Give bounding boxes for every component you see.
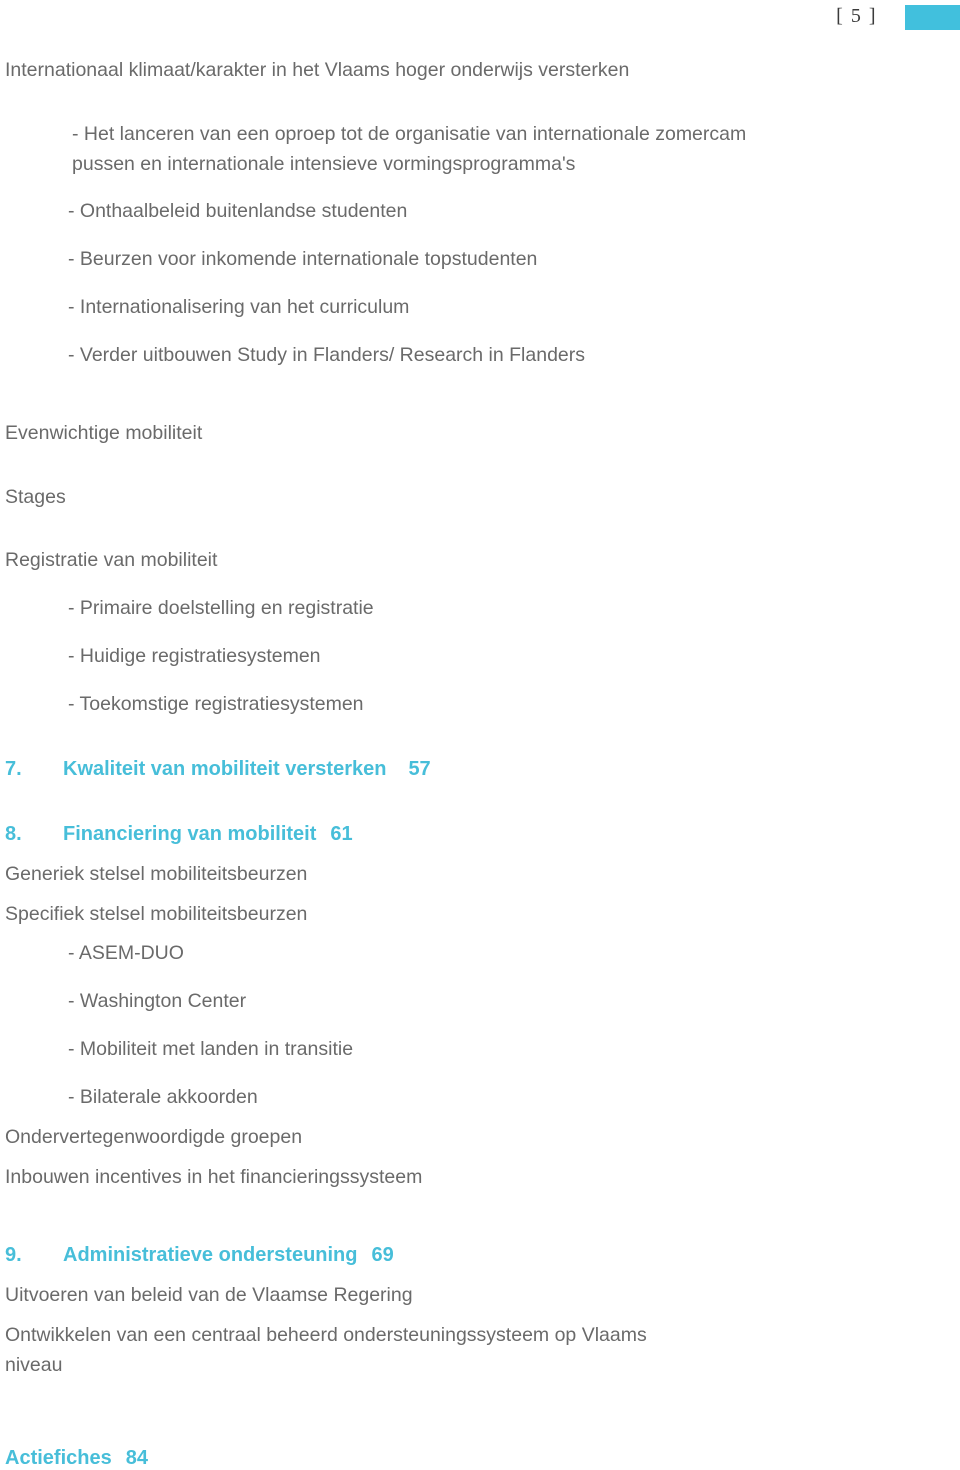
actiefiches-page-number: 84 — [125, 1446, 148, 1469]
toc-list-item: - Mobiliteit met landen in transitie — [68, 1038, 354, 1061]
toc-list-item: - Internationalisering van het curriculu… — [68, 296, 410, 319]
toc-list-item: - Huidige registratiesystemen — [68, 645, 321, 668]
toc-subheading-evenwichtige-mobiliteit: Evenwichtige mobiliteit — [5, 421, 203, 444]
toc-list-item: - Onthaalbeleid buitenlandse studenten — [68, 200, 408, 223]
toc-list-item: - Bilaterale akkoorden — [68, 1085, 258, 1108]
chapter-page-number: 61 — [330, 822, 353, 845]
toc-list-item-continuation: pussen en internationale intensieve vorm… — [72, 152, 576, 175]
toc-list-item: - Washington Center — [68, 990, 247, 1013]
chapter-number: 8. — [5, 822, 22, 845]
chapter-title: Financiering van mobiliteit — [63, 822, 317, 845]
toc-subheading-specifiek-stelsel: Specifiek stelsel mobiliteitsbeurzen — [5, 902, 308, 925]
toc-subheading-ontwikkelen-continuation: niveau — [5, 1354, 63, 1377]
toc-subheading-ondervertegenwoordigde-groepen: Ondervertegenwoordigde groepen — [5, 1125, 303, 1148]
actiefiches-label: Actiefiches — [5, 1446, 112, 1469]
toc-list-item: - ASEM-DUO — [68, 942, 184, 965]
chapter-title: Kwaliteit van mobiliteit versterken — [63, 757, 387, 780]
toc-subheading-ontwikkelen: Ontwikkelen van een centraal beheerd ond… — [5, 1324, 647, 1347]
toc-list-item: - Toekomstige registratiesystemen — [68, 692, 364, 715]
header-color-swatch — [905, 5, 960, 30]
toc-subheading-inbouwen-incentives: Inbouwen incentives in het financierings… — [5, 1165, 423, 1188]
toc-entry-actiefiches[interactable]: Actiefiches 84 — [0, 1447, 960, 1470]
toc-chapter-8[interactable]: 8. Financiering van mobiliteit 61 — [0, 823, 960, 846]
toc-subheading-stages: Stages — [5, 485, 66, 508]
toc-subheading-uitvoeren-van-beleid: Uitvoeren van beleid van de Vlaamse Rege… — [5, 1284, 413, 1307]
chapter-number: 7. — [5, 757, 22, 780]
toc-subheading-generiek-stelsel: Generiek stelsel mobiliteitsbeurzen — [5, 862, 308, 885]
toc-chapter-7[interactable]: 7. Kwaliteit van mobiliteit versterken 57 — [0, 758, 960, 781]
toc-list-item: - Verder uitbouwen Study in Flanders/ Re… — [68, 343, 586, 366]
chapter-title: Administratieve ondersteuning — [63, 1244, 358, 1267]
toc-subheading-registratie-van-mobiliteit: Registratie van mobiliteit — [5, 549, 218, 572]
table-of-contents: Internationaal klimaat/karakter in het V… — [0, 59, 960, 1470]
chapter-page-number: 69 — [371, 1244, 394, 1267]
toc-section-heading: Internationaal klimaat/karakter in het V… — [5, 59, 630, 81]
toc-chapter-9[interactable]: 9. Administratieve ondersteuning 69 — [0, 1244, 960, 1267]
page-number: [ 5 ] — [836, 5, 877, 27]
toc-list-item: - Primaire doelstelling en registratie — [68, 597, 374, 620]
chapter-number: 9. — [5, 1244, 22, 1267]
page-header: [ 5 ] — [0, 0, 960, 42]
toc-list-item: - Het lanceren van een oproep tot de org… — [72, 122, 747, 145]
toc-list-item: - Beurzen voor inkomende internationale … — [68, 248, 538, 271]
chapter-page-number: 57 — [408, 757, 431, 780]
